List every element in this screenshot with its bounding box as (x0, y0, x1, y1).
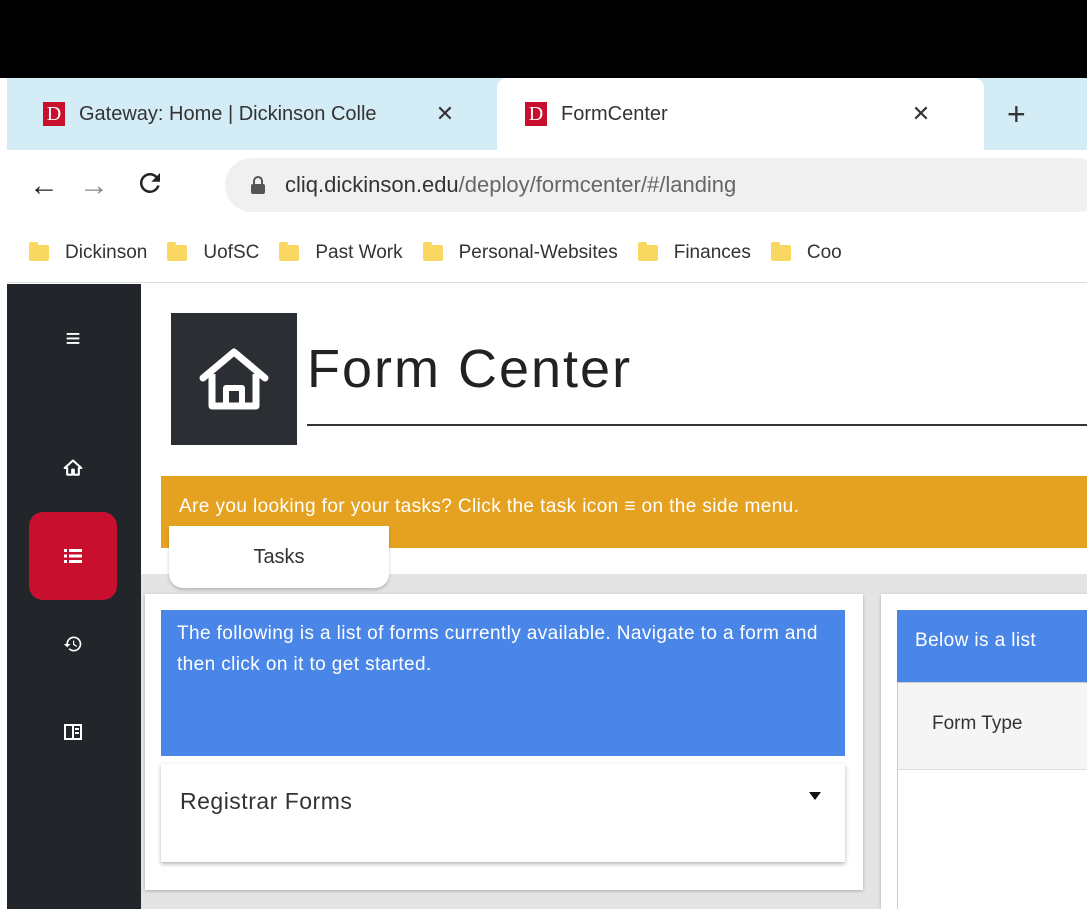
bookmark-dickinson[interactable]: Dickinson (29, 242, 147, 264)
url-text: cliq.dickinson.edu/deploy/formcenter/#/l… (285, 172, 736, 198)
book-icon[interactable] (29, 688, 117, 776)
page-title: Form Center (307, 339, 633, 399)
forward-arrow-icon[interactable]: → (79, 168, 109, 204)
main-content: Form Center Are you looking for your tas… (141, 284, 1087, 909)
bookmark-label: Coo (806, 242, 842, 263)
folder-icon (167, 242, 188, 261)
reload-icon[interactable] (135, 168, 165, 207)
address-bar[interactable]: cliq.dickinson.edu/deploy/formcenter/#/l… (225, 158, 1087, 212)
column-header-form-type[interactable]: Form Type (932, 713, 1022, 735)
hamburger-menu-icon[interactable]: ≡ (29, 294, 117, 382)
bookmark-label: UofSC (203, 242, 260, 263)
lock-icon (251, 176, 265, 194)
tab-title: FormCenter (561, 102, 668, 125)
tab-gateway-home[interactable]: D Gateway: Home | Dickinson Colle ✕ (7, 78, 497, 150)
form-list-card: Below is a list Form Type (881, 594, 1087, 909)
side-menu: ≡ (7, 284, 141, 909)
form-list-info-text: Below is a list (897, 610, 1087, 682)
window-top-bar (0, 0, 1087, 78)
table-header: Form Type (898, 683, 1087, 770)
folder-icon (422, 242, 443, 261)
tasks-tab-button[interactable]: Tasks (169, 526, 389, 588)
title-underline (307, 424, 1087, 426)
folder-icon (29, 242, 49, 261)
bookmark-past-work[interactable]: Past Work (279, 242, 403, 264)
bookmark-label: Dickinson (65, 242, 148, 263)
browser-toolbar: ← → cliq.dickinson.edu/deploy/formcenter… (7, 150, 1087, 224)
bookmark-uofsc[interactable]: UofSC (167, 242, 259, 264)
close-icon[interactable]: ✕ (909, 101, 933, 127)
dickinson-favicon-icon: D (43, 102, 65, 126)
forms-info-text: The following is a list of forms current… (161, 610, 845, 756)
form-category-dropdown[interactable]: Registrar Forms (161, 764, 845, 862)
bookmark-personal-websites[interactable]: Personal-Websites (422, 242, 618, 264)
history-icon[interactable] (29, 600, 117, 688)
folder-icon (770, 242, 791, 261)
bookmark-coo[interactable]: Coo (770, 242, 842, 264)
home-icon[interactable] (29, 424, 117, 512)
new-tab-button[interactable]: + (1007, 78, 1026, 150)
home-tile (171, 313, 297, 445)
app-area: ≡ Form Center Are you looking for your t… (7, 284, 1087, 909)
url-domain: cliq.dickinson.edu (285, 172, 459, 197)
form-table: Form Type (897, 682, 1087, 909)
folder-icon (279, 242, 300, 261)
bookmark-label: Past Work (315, 242, 403, 263)
bookmark-label: Finances (673, 242, 751, 263)
content-area: The following is a list of forms current… (141, 574, 1087, 909)
caret-down-icon (809, 792, 821, 800)
dickinson-favicon-icon: D (525, 102, 547, 126)
folder-icon (637, 242, 658, 261)
task-list-icon[interactable] (29, 512, 117, 600)
url-path: /deploy/formcenter/#/landing (458, 172, 737, 197)
back-arrow-icon[interactable]: ← (29, 168, 59, 204)
close-icon[interactable]: ✕ (433, 101, 457, 127)
bookmark-label: Personal-Websites (458, 242, 618, 263)
browser-tab-strip: D Gateway: Home | Dickinson Colle ✕ D Fo… (7, 78, 1087, 150)
tab-title: Gateway: Home | Dickinson Colle (79, 102, 377, 125)
bookmarks-bar: Dickinson UofSC Past Work Personal-Websi… (7, 224, 1087, 283)
available-forms-card: The following is a list of forms current… (145, 594, 863, 890)
home-outline-icon (199, 348, 269, 410)
tab-formcenter[interactable]: D FormCenter ✕ (497, 78, 984, 150)
dropdown-value: Registrar Forms (180, 788, 353, 814)
bookmark-finances[interactable]: Finances (637, 242, 751, 264)
